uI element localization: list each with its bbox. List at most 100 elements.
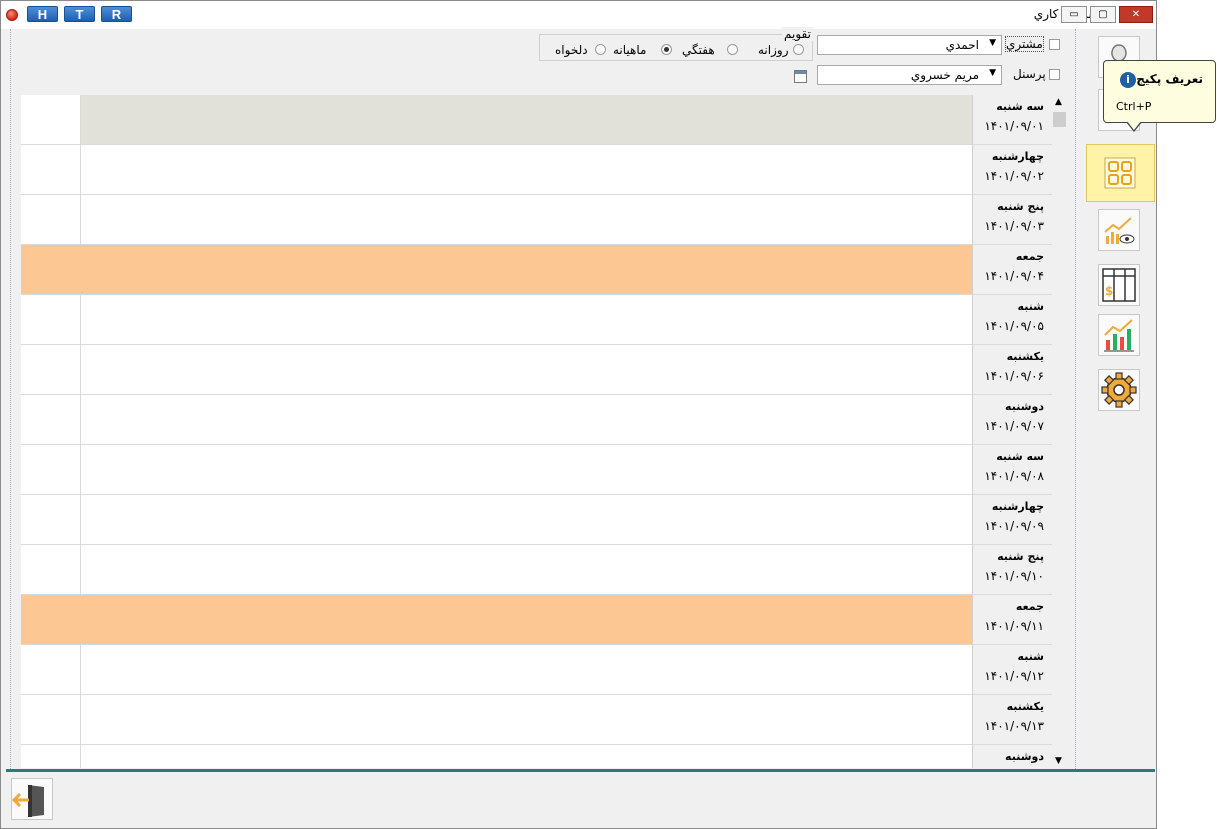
row-day-header: يكشنبه ۱۴۰۱/۰۹/۰۶ (972, 345, 1052, 394)
weekly-radio[interactable] (727, 44, 738, 55)
row-content-cell[interactable] (81, 745, 972, 768)
gear-icon (1101, 372, 1137, 408)
row-side-cell[interactable] (21, 595, 81, 644)
row-side-cell[interactable] (21, 395, 81, 444)
row-content-cell[interactable] (81, 245, 972, 294)
row-day-header: چهارشنبه ۱۴۰۱/۰۹/۰۲ (972, 145, 1052, 194)
schedule-row[interactable]: پنج شنبه ۱۴۰۱/۰۹/۱۰ (21, 545, 1052, 595)
row-side-cell[interactable] (21, 345, 81, 394)
daily-radio[interactable] (793, 44, 804, 55)
info-icon: i (1120, 72, 1136, 88)
scroll-thumb[interactable] (1053, 112, 1066, 127)
right-splitter[interactable] (1075, 29, 1080, 769)
schedule-row[interactable]: دوشنبه (21, 745, 1052, 768)
schedule-row[interactable]: چهارشنبه ۱۴۰۱/۰۹/۰۲ (21, 145, 1052, 195)
t-button[interactable]: T (64, 6, 95, 22)
row-side-cell[interactable] (21, 445, 81, 494)
growth-chart-button[interactable] (1098, 314, 1140, 356)
schedule-row[interactable]: چهارشنبه ۱۴۰۱/۰۹/۰۹ (21, 495, 1052, 545)
main-window: H T R برنامه كاري ▭ ▢ ✕ مشتري احمدي ▼ پر… (0, 0, 1157, 829)
schedule-row[interactable]: جمعه ۱۴۰۱/۰۹/۰۴ (21, 245, 1052, 295)
r-button[interactable]: R (101, 6, 132, 22)
row-content-cell[interactable] (81, 545, 972, 594)
scroll-down-icon[interactable]: ▼ (1055, 756, 1062, 766)
day-name: يكشنبه (1006, 700, 1044, 713)
price-table-button[interactable]: $ (1098, 264, 1140, 306)
scroll-up-icon[interactable]: ▲ (1055, 97, 1062, 107)
row-content-cell[interactable] (81, 145, 972, 194)
schedule-row[interactable]: پنج شنبه ۱۴۰۱/۰۹/۰۳ (21, 195, 1052, 245)
minimize-button[interactable]: ▭ (1061, 6, 1087, 23)
row-side-cell[interactable] (21, 645, 81, 694)
row-content-cell[interactable] (81, 345, 972, 394)
row-content-cell[interactable] (81, 95, 972, 144)
monthly-radio[interactable] (661, 44, 672, 55)
schedule-row[interactable]: سه شنبه ۱۴۰۱/۰۹/۰۸ (21, 445, 1052, 495)
row-side-cell[interactable] (21, 145, 81, 194)
day-date: ۱۴۰۱/۰۹/۰۹ (984, 519, 1044, 533)
tooltip-shortcut: Ctrl+P (1116, 100, 1152, 113)
row-side-cell[interactable] (21, 745, 81, 768)
h-button[interactable]: H (27, 6, 58, 22)
exit-door-icon (11, 785, 44, 817)
app-icon[interactable] (6, 9, 18, 21)
row-side-cell[interactable] (21, 295, 81, 344)
day-name: سه شنبه (996, 450, 1044, 463)
day-name: شنبه (1017, 650, 1044, 663)
package-define-button[interactable] (1086, 144, 1155, 202)
personnel-select[interactable]: مريم خسروي ▼ (817, 65, 1002, 85)
schedule-row[interactable]: شنبه ۱۴۰۱/۰۹/۰۵ (21, 295, 1052, 345)
row-content-cell[interactable] (81, 645, 972, 694)
settings-button[interactable] (1098, 369, 1140, 411)
day-name: يكشنبه (1006, 350, 1044, 363)
monthly-label: ماهيانه (613, 43, 647, 57)
row-content-cell[interactable] (81, 695, 972, 744)
row-content-cell[interactable] (81, 445, 972, 494)
schedule-grid: سه شنبه ۱۴۰۱/۰۹/۰۱ چهارشنبه ۱۴۰۱/۰۹/۰۲ پنج ش… (21, 95, 1052, 768)
row-side-cell[interactable] (21, 95, 81, 144)
price-table-icon: $ (1102, 268, 1136, 302)
day-name: پنج شنبه (997, 550, 1044, 563)
day-date: ۱۴۰۱/۰۹/۰۵ (984, 319, 1044, 333)
schedule-row[interactable]: يكشنبه ۱۴۰۱/۰۹/۰۶ (21, 345, 1052, 395)
exit-button[interactable] (11, 778, 53, 820)
schedule-row[interactable]: دوشنبه ۱۴۰۱/۰۹/۰۷ (21, 395, 1052, 445)
row-side-cell[interactable] (21, 495, 81, 544)
row-content-cell[interactable] (81, 595, 972, 644)
schedule-row[interactable]: يكشنبه ۱۴۰۱/۰۹/۱۳ (21, 695, 1052, 745)
row-side-cell[interactable] (21, 195, 81, 244)
row-day-header: چهارشنبه ۱۴۰۱/۰۹/۰۹ (972, 495, 1052, 544)
day-name: شنبه (1017, 300, 1044, 313)
growth-chart-icon (1104, 319, 1134, 352)
row-day-header: يكشنبه ۱۴۰۱/۰۹/۱۳ (972, 695, 1052, 744)
row-day-header: پنج شنبه ۱۴۰۱/۰۹/۰۳ (972, 195, 1052, 244)
row-side-cell[interactable] (21, 245, 81, 294)
day-name: چهارشنبه (991, 150, 1044, 163)
vertical-scrollbar[interactable]: ▲ ▼ (1052, 95, 1068, 768)
row-content-cell[interactable] (81, 295, 972, 344)
title-bar: H T R برنامه كاري ▭ ▢ ✕ (1, 1, 1156, 29)
maximize-button[interactable]: ▢ (1090, 6, 1116, 23)
schedule-row[interactable]: سه شنبه ۱۴۰۱/۰۹/۰۱ (21, 95, 1052, 145)
day-date: ۱۴۰۱/۰۹/۰۶ (984, 369, 1044, 383)
chart-view-icon (1104, 217, 1135, 244)
svg-text:$: $ (1105, 284, 1113, 298)
schedule-row[interactable]: جمعه ۱۴۰۱/۰۹/۱۱ (21, 595, 1052, 645)
customer-select[interactable]: احمدي ▼ (817, 35, 1002, 55)
custom-radio[interactable] (595, 44, 606, 55)
calendar-icon[interactable] (794, 70, 807, 83)
row-content-cell[interactable] (81, 495, 972, 544)
personnel-checkbox[interactable] (1049, 69, 1060, 80)
row-content-cell[interactable] (81, 395, 972, 444)
row-content-cell[interactable] (81, 195, 972, 244)
chevron-down-icon: ▼ (989, 68, 996, 78)
row-side-cell[interactable] (21, 695, 81, 744)
schedule-row[interactable]: شنبه ۱۴۰۱/۰۹/۱۲ (21, 645, 1052, 695)
close-button[interactable]: ✕ (1119, 6, 1153, 23)
chart-view-button[interactable] (1098, 209, 1140, 251)
customer-checkbox[interactable] (1049, 39, 1060, 50)
package-grid-icon (1104, 157, 1136, 189)
left-splitter[interactable] (6, 29, 11, 769)
row-day-header: جمعه ۱۴۰۱/۰۹/۱۱ (972, 595, 1052, 644)
row-side-cell[interactable] (21, 545, 81, 594)
